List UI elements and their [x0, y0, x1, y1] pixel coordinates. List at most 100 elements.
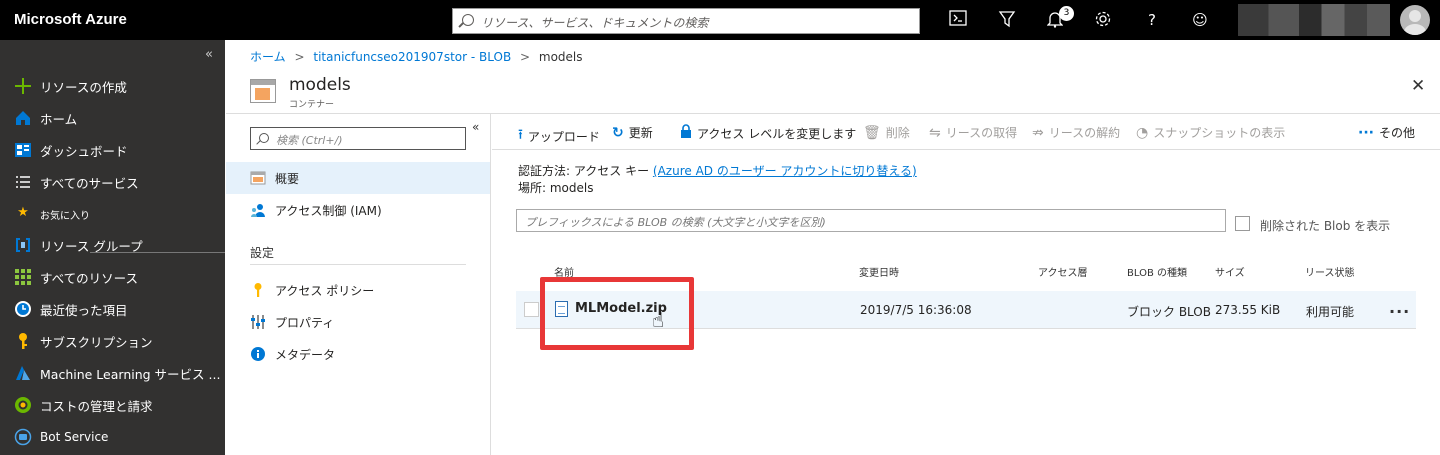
show-deleted-checkbox[interactable]: [1235, 216, 1250, 231]
column-header-lease-state[interactable]: リース状態: [1305, 264, 1355, 279]
menu-item-overview[interactable]: 概要: [226, 162, 490, 194]
search-icon: [259, 133, 269, 143]
feedback-smiley-icon[interactable]: ☺: [1190, 10, 1210, 30]
sidebar-item-resource-groups[interactable]: リソース グループ: [14, 234, 143, 256]
column-header-modified[interactable]: 変更日時: [859, 264, 899, 279]
dashboard-icon: [14, 141, 32, 159]
break-lease-icon: ⇏: [1032, 124, 1044, 141]
refresh-label: 更新: [628, 126, 653, 140]
grid-icon: [14, 268, 32, 286]
sidebar-collapse-button[interactable]: «: [205, 47, 213, 62]
sidebar-item-all-services[interactable]: すべてのサービス: [14, 171, 139, 193]
overview-icon: [250, 170, 266, 186]
sidebar-item-all-resources[interactable]: すべてのリソース: [14, 266, 138, 288]
more-label: その他: [1378, 126, 1415, 140]
break-lease-button[interactable]: ⇏ リースの解約: [1032, 124, 1120, 141]
break-lease-label: リースの解約: [1048, 126, 1121, 140]
sidebar-item-label: リソースの作成: [40, 79, 127, 95]
account-name-blurred[interactable]: [1238, 4, 1390, 36]
refresh-button[interactable]: ↻ 更新: [612, 124, 653, 141]
global-search-input[interactable]: リソース、サービス、ドキュメントの検索: [452, 8, 920, 34]
highlight-box: [540, 277, 694, 350]
breadcrumb: ホーム > titanicfuncseo201907stor - BLOB > …: [250, 48, 583, 65]
sidebar-item-cost-management[interactable]: コストの管理と請求: [14, 394, 153, 416]
favorites-label: お気に入り: [40, 210, 90, 222]
delete-label: 削除: [885, 126, 910, 140]
sidebar-item-label: ダッシュボード: [40, 143, 128, 159]
upload-button[interactable]: ⭱ アップロード: [518, 124, 600, 148]
change-access-level-button[interactable]: アクセス レベルを変更します: [680, 124, 856, 142]
command-bar: ⭱ アップロード ↻ 更新 アクセス レベルを変更します 🗑 削除 ⇋ リースの…: [492, 114, 1440, 150]
brand-title[interactable]: Microsoft Azure: [14, 11, 127, 28]
switch-to-azure-ad-link[interactable]: (Azure AD のユーザー アカウントに切り替える): [653, 164, 917, 178]
sidebar-item-create-resource[interactable]: リソースの作成: [14, 75, 127, 97]
blob-size: 273.55 KiB: [1215, 303, 1281, 317]
sidebar-item-label: Bot Service: [40, 430, 109, 444]
breadcrumb-home-link[interactable]: ホーム: [250, 50, 286, 64]
menu-search-input[interactable]: 検索 (Ctrl+/): [250, 127, 466, 150]
lock-icon: [680, 124, 692, 142]
sidebar-item-machine-learning[interactable]: Machine Learning サービス ...: [14, 362, 220, 384]
key-icon: [14, 332, 32, 350]
directory-filter-icon[interactable]: [997, 10, 1017, 30]
sidebar-item-bot-service[interactable]: Bot Service: [14, 426, 108, 448]
acquire-lease-button[interactable]: ⇋ リースの取得: [929, 124, 1017, 141]
view-snapshots-button[interactable]: ◔ スナップショットの表示: [1136, 124, 1285, 141]
breadcrumb-separator: >: [294, 50, 305, 64]
row-checkbox[interactable]: [524, 302, 539, 317]
menu-item-label: アクセス制御 (IAM): [275, 203, 382, 218]
menu-item-iam[interactable]: アクセス制御 (IAM): [226, 194, 490, 226]
notification-badge: 3: [1059, 6, 1074, 21]
breadcrumb-current: models: [538, 50, 583, 64]
close-blade-button[interactable]: ✕: [1411, 76, 1425, 96]
sidebar-item-label: リソース グループ: [40, 238, 143, 254]
page-subtitle: コンテナー: [289, 100, 335, 110]
sidebar-item-home[interactable]: ホーム: [14, 107, 77, 129]
sidebar-item-subscriptions[interactable]: サブスクリプション: [14, 330, 153, 352]
properties-icon: [250, 314, 266, 330]
left-sidebar: « リソースの作成 ホーム ダッシュボード すべてのサービス ★ お気に入り リ…: [0, 40, 225, 455]
avatar[interactable]: [1400, 5, 1430, 35]
more-button[interactable]: ··· その他: [1358, 124, 1415, 141]
sidebar-item-label: ホーム: [40, 111, 78, 127]
blob-modified: 2019/7/5 16:36:08: [860, 303, 972, 317]
info-icon: [250, 346, 266, 362]
sidebar-item-label: Machine Learning サービス ...: [40, 366, 221, 382]
acquire-lease-label: リースの取得: [945, 126, 1018, 140]
blob-prefix-search-input[interactable]: プレフィックスによる BLOB の検索 (大文字と小文字を区別): [516, 209, 1226, 232]
menu-item-access-policy[interactable]: アクセス ポリシー: [226, 274, 490, 306]
show-deleted-label: 削除された Blob を表示: [1260, 219, 1391, 233]
sidebar-item-label: すべてのリソース: [40, 270, 139, 286]
sidebar-item-label: すべてのサービス: [40, 175, 139, 191]
menu-item-properties[interactable]: プロパティ: [226, 306, 490, 338]
row-context-menu-button[interactable]: ···: [1389, 302, 1410, 321]
menu-item-label: アクセス ポリシー: [275, 283, 375, 298]
ellipsis-icon: ···: [1358, 124, 1374, 141]
search-icon: [462, 14, 474, 26]
menu-item-label: プロパティ: [275, 315, 335, 330]
column-header-size[interactable]: サイズ: [1215, 264, 1245, 279]
menu-collapse-button[interactable]: «: [472, 120, 479, 134]
blob-type: ブロック BLOB: [1127, 305, 1211, 319]
menu-item-label: メタデータ: [275, 347, 336, 362]
help-question-icon[interactable]: ?: [1142, 10, 1162, 30]
settings-gear-icon[interactable]: [1093, 10, 1113, 30]
sidebar-item-recent[interactable]: 最近使った項目: [14, 298, 128, 320]
clock-icon: [14, 300, 32, 318]
menu-search-placeholder: 検索 (Ctrl+/): [276, 134, 343, 147]
breadcrumb-separator: >: [520, 50, 531, 64]
sidebar-item-label: サブスクリプション: [40, 334, 153, 350]
menu-item-label: 概要: [275, 171, 300, 186]
delete-button[interactable]: 🗑 削除: [863, 124, 910, 141]
change-access-level-label: アクセス レベルを変更します: [697, 126, 857, 141]
sidebar-item-dashboard[interactable]: ダッシュボード: [14, 139, 128, 161]
global-search-placeholder: リソース、サービス、ドキュメントの検索: [481, 16, 709, 30]
column-header-blob-type[interactable]: BLOB の種類: [1127, 264, 1187, 279]
breadcrumb-storage-link[interactable]: titanicfuncseo201907stor - BLOB: [313, 50, 511, 64]
hand-pointer-cursor-icon: ☝: [652, 308, 665, 332]
blob-lease-state: 利用可能: [1306, 305, 1355, 319]
cloud-shell-icon[interactable]: [948, 10, 968, 30]
column-header-access-tier[interactable]: アクセス層: [1038, 264, 1088, 279]
container-icon: [250, 79, 276, 103]
menu-item-metadata[interactable]: メタデータ: [226, 338, 490, 370]
